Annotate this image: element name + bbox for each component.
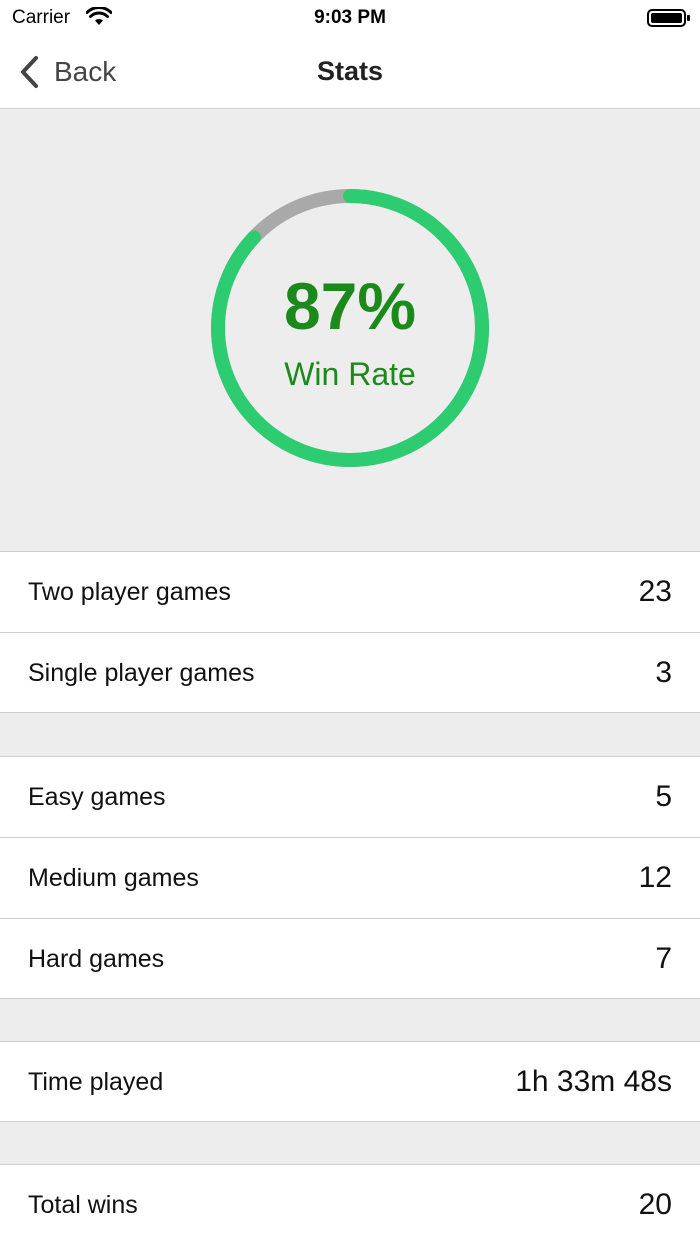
stat-row-total-wins: Total wins 20 — [0, 1164, 700, 1245]
win-rate-value: 87% — [283, 269, 417, 343]
stat-label: Time played — [28, 1068, 164, 1096]
status-bar: Carrier 9:03 PM — [0, 0, 700, 36]
win-rate-panel: 87% Win Rate — [0, 110, 700, 551]
stat-label: Two player games — [28, 578, 231, 606]
stat-value: 20 — [638, 1188, 672, 1221]
stat-value: 3 — [655, 656, 672, 689]
stat-row-time-played: Time played 1h 33m 48s — [0, 1041, 700, 1122]
stat-label: Single player games — [28, 659, 255, 687]
stat-value: 5 — [655, 780, 672, 813]
stat-value: 12 — [638, 861, 672, 894]
stat-label: Hard games — [28, 945, 165, 973]
page-title: Stats — [316, 56, 384, 86]
stat-row-hard: Hard games 7 — [0, 918, 700, 999]
stat-value: 23 — [638, 575, 672, 608]
stat-value: 7 — [655, 942, 672, 975]
status-time: 9:03 PM — [314, 7, 386, 28]
stat-row-easy: Easy games 5 — [0, 756, 700, 837]
stat-label: Medium games — [28, 864, 199, 892]
stat-row-single-player: Single player games 3 — [0, 632, 700, 713]
navigation-bar: Back Stats — [0, 36, 700, 109]
stat-row-two-player: Two player games 23 — [0, 551, 700, 632]
battery-icon — [647, 9, 690, 27]
stat-row-medium: Medium games 12 — [0, 837, 700, 918]
stat-label: Easy games — [28, 783, 166, 811]
stat-label: Total wins — [28, 1191, 138, 1219]
stat-value: 1h 33m 48s — [515, 1065, 672, 1098]
win-rate-label: Win Rate — [284, 356, 416, 392]
